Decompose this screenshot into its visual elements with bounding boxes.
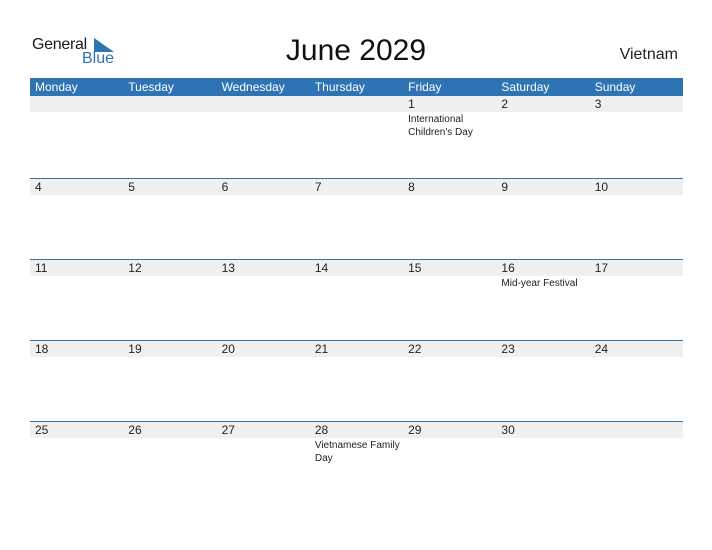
day-number: 24 — [589, 341, 683, 357]
day-number: 13 — [216, 260, 310, 276]
day-cell — [309, 96, 404, 178]
day-number — [309, 96, 404, 112]
weekday-sunday: Sunday — [594, 80, 636, 94]
calendar-grid: Monday Tuesday Wednesday Thursday Friday Satu… — [30, 78, 683, 502]
day-number — [123, 96, 217, 112]
day-cell: 22 — [403, 341, 497, 421]
weeks-container: 1 International Children's Day 2 3 4 5 6 7 8 9 10 1… — [30, 96, 683, 502]
day-cell: 15 — [403, 260, 497, 340]
day-cell: 29 — [403, 422, 497, 502]
day-cell: 2 — [496, 96, 590, 178]
day-cell: 30 — [496, 422, 590, 502]
day-number: 8 — [403, 179, 497, 195]
day-cell — [30, 96, 124, 178]
day-number: 1 — [403, 96, 497, 112]
day-cell: 1 International Children's Day — [403, 96, 497, 178]
day-number: 17 — [589, 260, 683, 276]
day-number: 27 — [216, 422, 310, 438]
day-number — [216, 96, 310, 112]
week-row: 18 19 20 21 22 23 24 — [30, 340, 683, 421]
day-cell: 28 Vietnamese Family Day — [309, 422, 404, 502]
day-number: 11 — [30, 260, 124, 276]
day-number: 20 — [216, 341, 310, 357]
weekday-tuesday: Tuesday — [128, 80, 174, 94]
holiday-label: International Children's Day — [408, 114, 473, 138]
day-cell: 24 — [589, 341, 683, 421]
day-cell: 26 — [123, 422, 217, 502]
page-title: June 2029 — [285, 34, 427, 67]
day-cell: 9 — [496, 179, 590, 259]
day-cell: 23 — [496, 341, 590, 421]
day-number: 4 — [30, 179, 124, 195]
weekday-thursday: Thursday — [314, 80, 365, 94]
day-number: 14 — [309, 260, 404, 276]
day-number: 19 — [123, 341, 217, 357]
day-cell: 4 — [30, 179, 124, 259]
day-cell: 12 — [123, 260, 217, 340]
day-number: 22 — [403, 341, 497, 357]
day-cell: 25 — [30, 422, 124, 502]
day-number: 15 — [403, 260, 497, 276]
day-cell — [589, 422, 683, 502]
day-number: 12 — [123, 260, 217, 276]
day-cell: 14 — [309, 260, 404, 340]
day-cell: 11 — [30, 260, 124, 340]
day-cell: 17 — [589, 260, 683, 340]
week-row: 11 12 13 14 15 16 Mid-year Festival 17 — [30, 259, 683, 340]
week-row: 4 5 6 7 8 9 10 — [30, 178, 683, 259]
day-cell: 6 — [216, 179, 310, 259]
weekday-friday: Friday — [408, 80, 442, 94]
day-cell: 16 Mid-year Festival — [496, 260, 590, 340]
day-cell: 10 — [589, 179, 683, 259]
weekday-saturday: Saturday — [501, 80, 550, 94]
country-label: Vietnam — [619, 46, 678, 63]
day-cell — [123, 96, 217, 178]
day-number: 10 — [589, 179, 683, 195]
week-row: 25 26 27 28 Vietnamese Family Day 29 30 — [30, 421, 683, 502]
day-cell: 27 — [216, 422, 310, 502]
day-number: 2 — [496, 96, 590, 112]
day-number: 30 — [496, 422, 590, 438]
day-number: 16 — [496, 260, 590, 276]
day-cell: 8 — [403, 179, 497, 259]
day-cell: 5 — [123, 179, 217, 259]
day-number — [589, 422, 683, 438]
day-number: 6 — [216, 179, 310, 195]
day-number: 23 — [496, 341, 590, 357]
day-cell: 19 — [123, 341, 217, 421]
week-row: 1 International Children's Day 2 3 — [30, 96, 683, 178]
day-cell: 3 — [589, 96, 683, 178]
weekday-header: Monday Tuesday Wednesday Thursday Friday Satu… — [30, 78, 683, 96]
day-cell: 20 — [216, 341, 310, 421]
day-number — [30, 96, 124, 112]
day-cell: 18 — [30, 341, 124, 421]
day-cell: 13 — [216, 260, 310, 340]
day-cell: 21 — [309, 341, 404, 421]
day-number: 9 — [496, 179, 590, 195]
day-number: 7 — [309, 179, 404, 195]
holiday-label: Vietnamese Family Day — [314, 440, 400, 464]
day-number: 29 — [403, 422, 497, 438]
day-number: 18 — [30, 341, 124, 357]
day-number: 25 — [30, 422, 124, 438]
day-number: 28 — [309, 422, 404, 438]
holiday-label: Mid-year Festival — [501, 278, 578, 289]
day-number: 5 — [123, 179, 217, 195]
day-number: 21 — [309, 341, 404, 357]
day-cell: 7 — [309, 179, 404, 259]
weekday-monday: Monday — [35, 80, 78, 94]
day-cell — [216, 96, 310, 178]
day-number: 26 — [123, 422, 217, 438]
weekday-wednesday: Wednesday — [221, 80, 285, 94]
day-number: 3 — [589, 96, 683, 112]
